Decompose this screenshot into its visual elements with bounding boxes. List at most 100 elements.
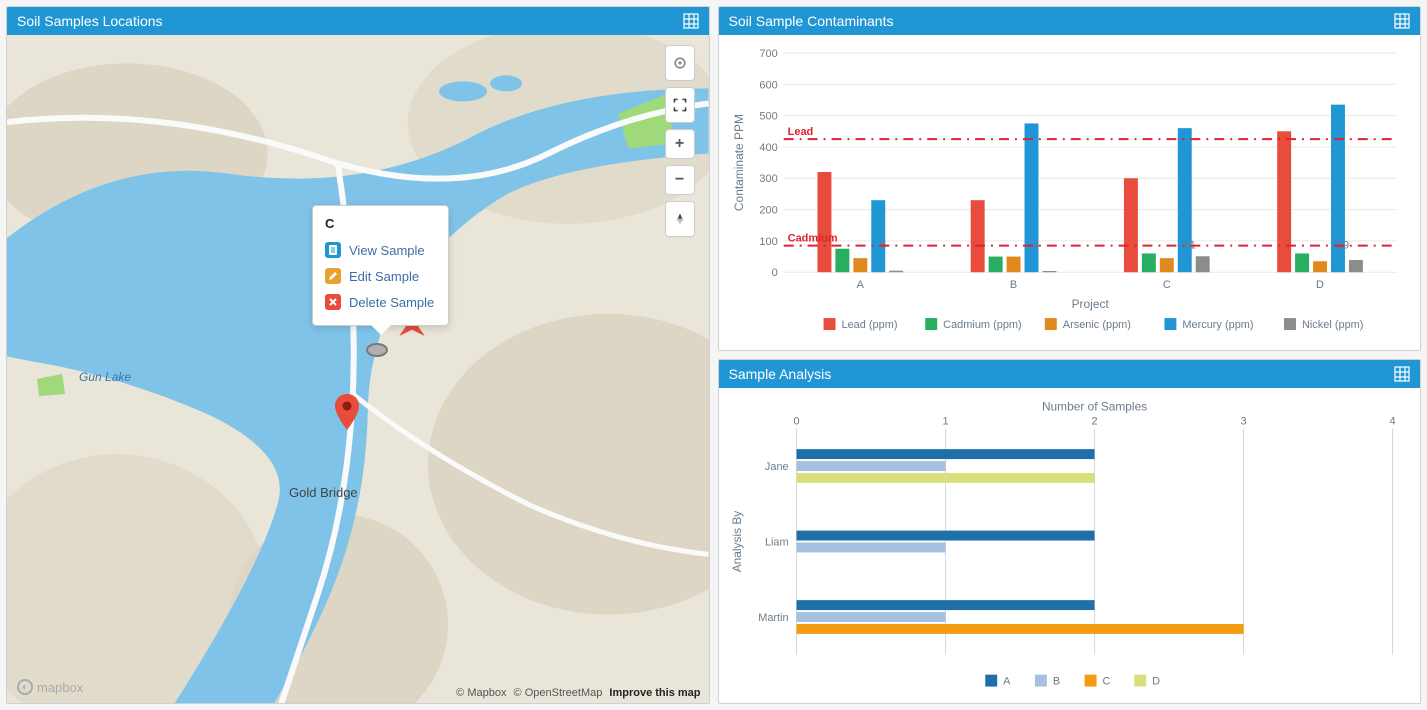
legend-label: Arsenic (ppm) [1062,319,1130,331]
map-marker-grey[interactable] [366,343,388,357]
legend-label: B [1052,676,1059,688]
close-icon [325,294,341,310]
x-tick-label: 2 [1091,415,1097,427]
contaminants-body: 0100200300400500600700Contaminate PPM5A4… [719,35,1421,350]
bar[interactable] [1277,131,1291,272]
map-fullscreen-button[interactable] [665,87,695,123]
x-tick-label: C [1162,279,1170,291]
popup-title: C [325,216,434,231]
pencil-icon [325,268,341,284]
map-locate-button[interactable] [665,45,695,81]
analysis-body: Number of Samples01234Analysis ByJaneLia… [719,388,1421,703]
bar[interactable] [796,600,1094,610]
map-zoom-out-button[interactable]: − [665,165,695,195]
bar[interactable] [1295,253,1309,272]
map-panel: Soil Samples Locations [6,6,710,704]
svg-text:Contaminate PPM: Contaminate PPM [731,114,745,211]
svg-text:0: 0 [771,267,777,279]
panel-grid-icon[interactable] [683,13,699,29]
bar[interactable] [871,200,885,272]
attrib-improve[interactable]: Improve this map [609,687,700,699]
bar[interactable] [817,172,831,272]
legend: Lead (ppm)Cadmium (ppm)Arsenic (ppm)Merc… [823,318,1363,331]
x-tick-label: B [1009,279,1016,291]
bar[interactable] [1159,258,1173,272]
map-town-label: Gold Bridge [289,485,358,500]
bar[interactable] [1141,253,1155,272]
y-tick-label: Liam [764,537,788,549]
x-tick-label: 1 [942,415,948,427]
bar[interactable] [796,624,1243,634]
bar[interactable] [1042,271,1056,272]
svg-text:300: 300 [759,173,777,185]
bar[interactable] [970,200,984,272]
reference-line-label: Cadmium [787,233,837,245]
x-tick-label: D [1316,279,1324,291]
popup-view-label: View Sample [349,243,425,258]
attrib-mapbox[interactable]: © Mapbox [456,687,506,699]
map-controls: + − [665,45,695,237]
map-zoom-in-button[interactable]: + [665,129,695,159]
legend-label: C [1102,676,1110,688]
bar[interactable] [796,543,945,553]
mapbox-logo-text: mapbox [37,680,83,695]
analysis-panel-header: Sample Analysis [719,360,1421,388]
popup-delete-sample[interactable]: Delete Sample [325,289,434,315]
bar[interactable] [796,449,1094,459]
bar[interactable] [1195,256,1209,272]
map-marker-red-pin[interactable] [334,394,360,430]
bar[interactable] [1006,257,1020,273]
x-tick-label: 0 [793,415,799,427]
bar[interactable] [889,271,903,273]
bar[interactable] [1348,260,1362,272]
svg-text:500: 500 [759,111,777,123]
popup-edit-sample[interactable]: Edit Sample [325,263,434,289]
contaminants-chart[interactable]: 0100200300400500600700Contaminate PPM5A4… [727,43,1409,342]
bar[interactable] [796,612,945,622]
map-attribution: © Mapbox © OpenStreetMap Improve this ma… [454,687,702,699]
bar[interactable] [1313,261,1327,272]
svg-text:100: 100 [759,236,777,248]
x-tick-label: 4 [1389,415,1395,427]
analysis-chart[interactable]: Number of Samples01234Analysis ByJaneLia… [727,396,1403,695]
contaminants-panel: Soil Sample Contaminants 010020030040050… [718,6,1422,351]
x-axis-title: Number of Samples [1041,399,1146,413]
map-lake-label: Gun Lake [79,370,131,384]
attrib-osm[interactable]: © OpenStreetMap [514,687,603,699]
contaminants-panel-header: Soil Sample Contaminants [719,7,1421,35]
popup-delete-label: Delete Sample [349,295,434,310]
bar-value-label: 4 [1033,239,1039,251]
legend-label: D [1152,676,1160,688]
y-tick-label: Jane [764,461,788,473]
mapbox-logo: ◐ mapbox [17,679,83,695]
legend-label: Cadmium (ppm) [943,319,1022,331]
document-icon [325,242,341,258]
bar[interactable] [796,461,945,471]
reference-line-label: Lead [787,126,813,138]
map-panel-header: Soil Samples Locations [7,7,709,35]
bar[interactable] [1123,178,1137,272]
svg-text:700: 700 [759,48,777,60]
bar[interactable] [988,257,1002,273]
legend-label: Lead (ppm) [841,319,897,331]
bar[interactable] [796,531,1094,541]
popup-edit-label: Edit Sample [349,269,419,284]
panel-grid-icon[interactable] [1394,13,1410,29]
map-panel-title: Soil Samples Locations [17,13,163,29]
popup-view-sample[interactable]: View Sample [325,237,434,263]
panel-grid-icon[interactable] [1394,366,1410,382]
y-axis-title: Analysis By [729,511,743,573]
mapbox-logo-icon: ◐ [17,679,33,695]
svg-text:600: 600 [759,79,777,91]
bar[interactable] [796,473,1094,483]
bar[interactable] [853,258,867,272]
legend: ABCD [985,675,1160,688]
bar[interactable] [835,249,849,272]
x-axis-title: Project [1071,297,1109,311]
y-tick-label: Martin [758,612,788,624]
map-canvas[interactable] [7,35,709,703]
map-compass-button[interactable] [665,201,695,237]
map-body[interactable]: Gun Lake Gold Bridge C View Sample [7,35,709,703]
legend-label: Nickel (ppm) [1301,319,1362,331]
svg-text:400: 400 [759,142,777,154]
